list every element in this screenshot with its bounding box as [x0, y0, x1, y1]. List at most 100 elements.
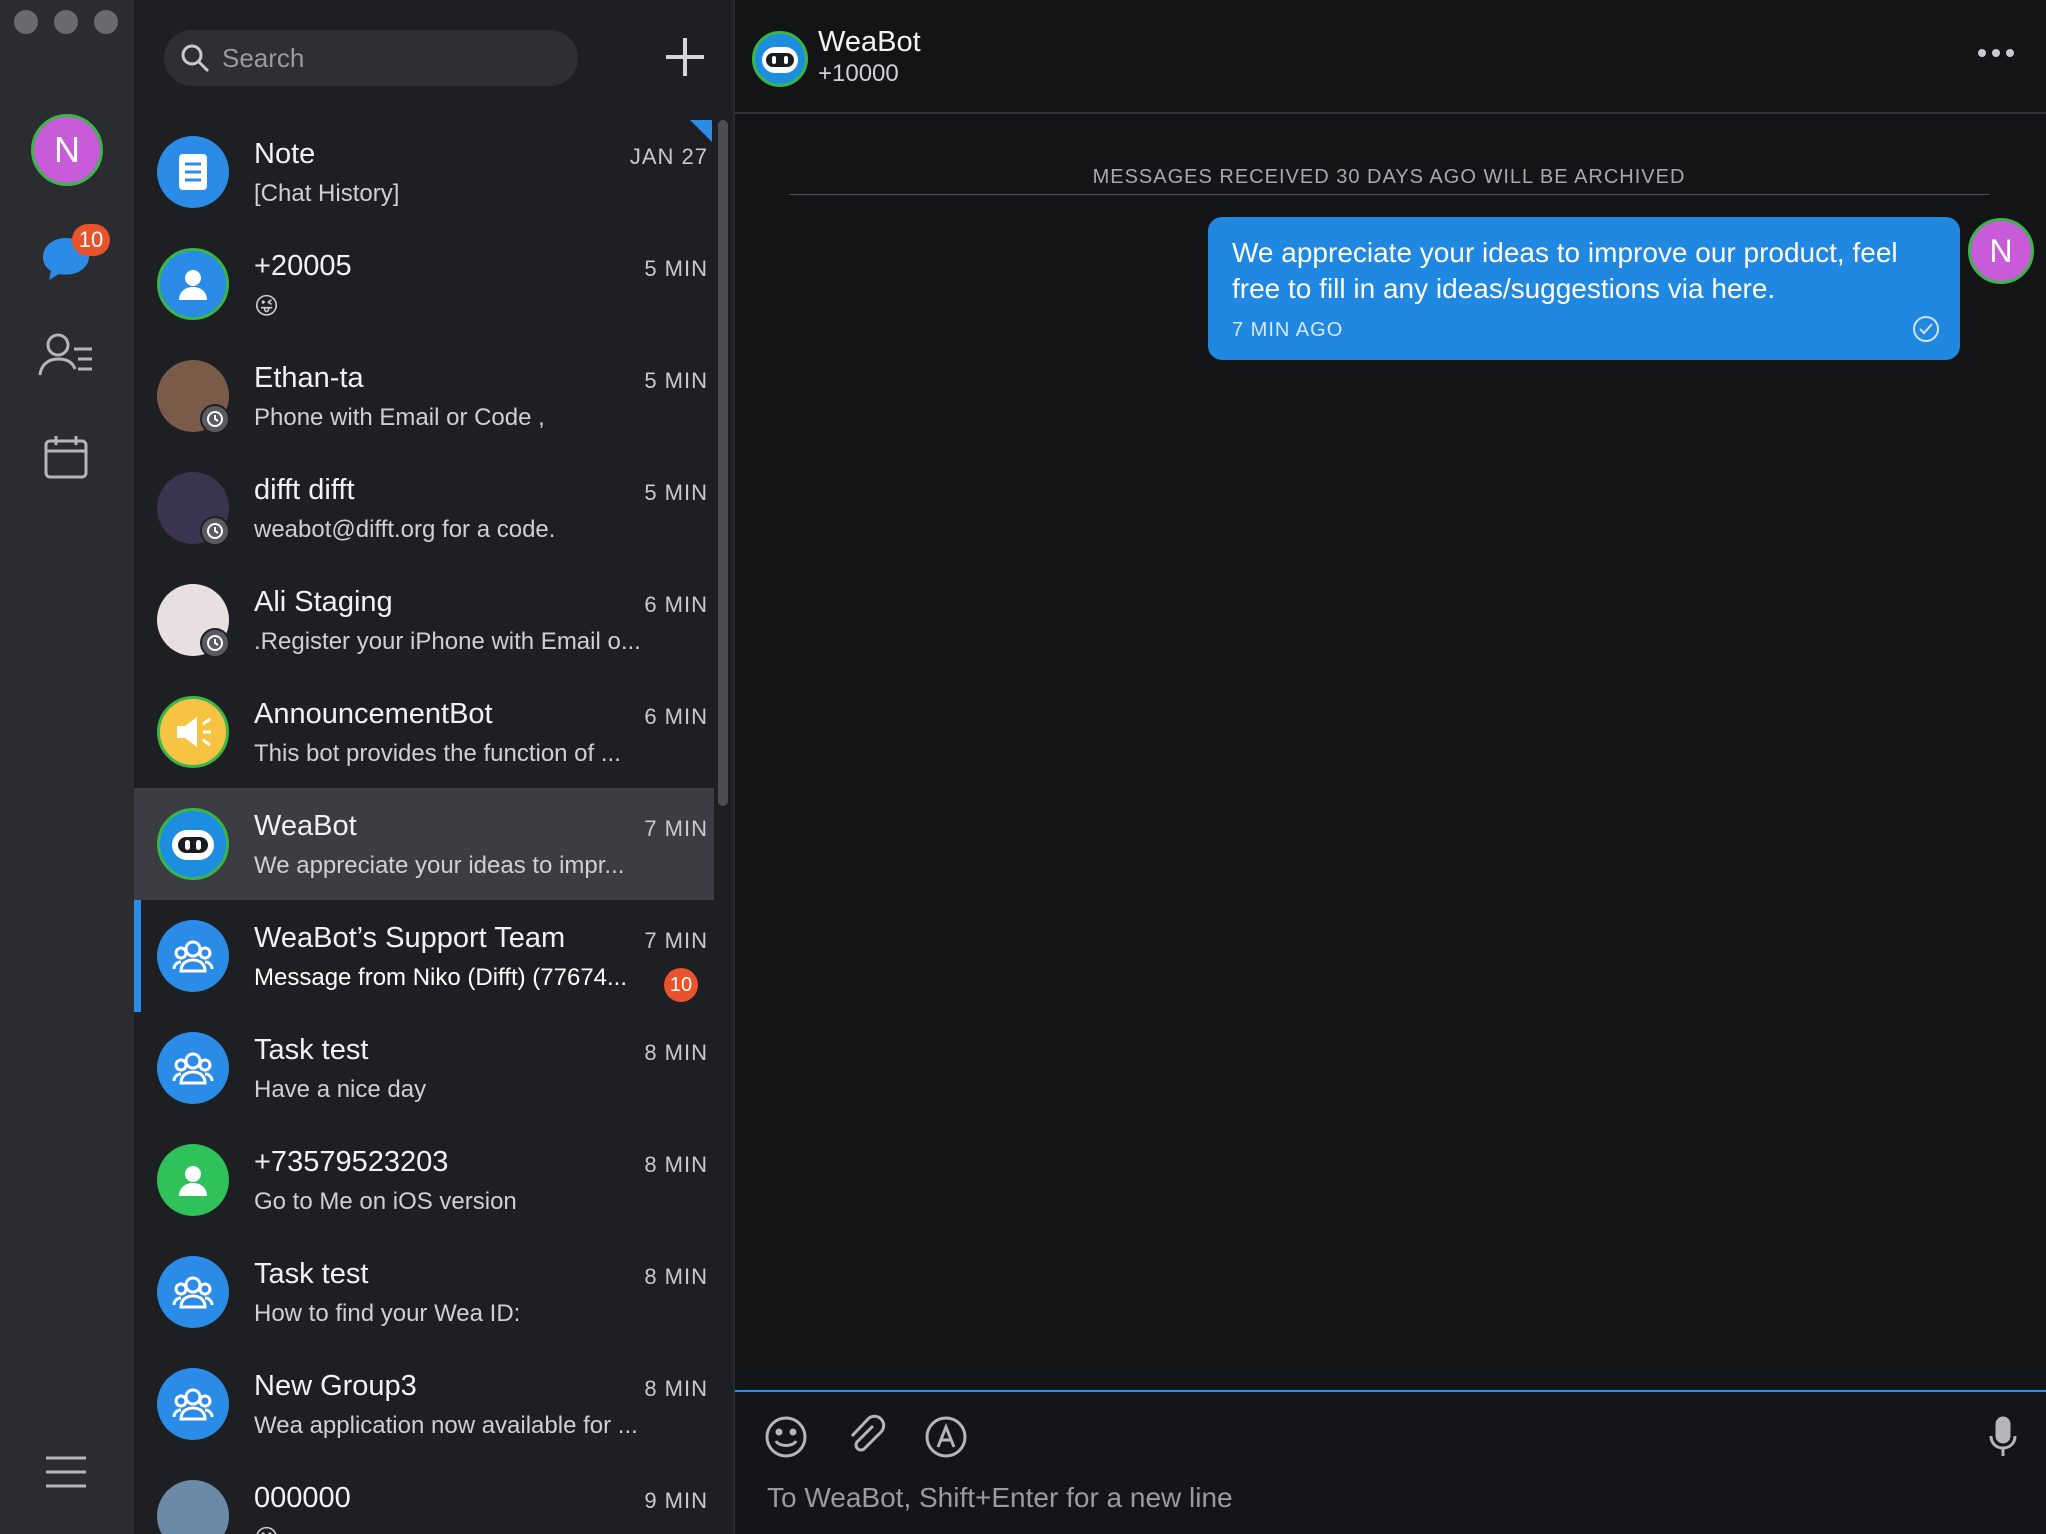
message-text: We appreciate your ideas to improve our … — [1232, 237, 1898, 304]
conversation-row[interactable]: Ethan-ta 5 MIN Phone with Email or Code , — [134, 340, 714, 452]
read-receipt-icon — [1913, 316, 1939, 342]
left-rail: N 10 — [0, 0, 134, 1534]
list-scrollbar[interactable] — [718, 120, 728, 806]
message-composer — [735, 1390, 2046, 1534]
conversation-row[interactable]: AnnouncementBot 6 MIN This bot provides th… — [134, 676, 714, 788]
unread-count-badge: 10 — [72, 224, 110, 256]
message-time: 7 MIN AGO — [1232, 319, 1344, 341]
conversation-name: WeaBot — [254, 810, 357, 842]
conversation-rows: Note JAN 27 [Chat History] +20005 5 MIN 😜 Etha… — [134, 116, 714, 1534]
minimize-window-button[interactable] — [54, 10, 78, 34]
conversation-avatar — [157, 136, 229, 208]
conversation-row[interactable]: difft difft 5 MIN weabot@difft.org for a c… — [134, 452, 714, 564]
app-window: N 10 Note JAN 27 [Chat History] +20005 5 MIN… — [0, 0, 2046, 1534]
chat-avatar[interactable] — [752, 31, 808, 87]
conversation-time: 8 MIN — [644, 1040, 708, 1065]
conversation-time: JAN 27 — [629, 144, 708, 169]
bot-icon — [762, 47, 798, 73]
window-controls — [14, 10, 118, 34]
conversation-preview: [Chat History] — [254, 180, 400, 207]
close-window-button[interactable] — [14, 10, 38, 34]
conversation-preview: This bot provides the function of ... — [254, 740, 621, 767]
message-input[interactable] — [765, 1476, 1965, 1520]
conversation-row[interactable]: Task test 8 MIN How to find your Wea ID: — [134, 1236, 714, 1348]
conversation-avatar — [157, 1480, 229, 1534]
conversation-name: New Group3 — [254, 1370, 417, 1402]
conversation-row[interactable]: New Group3 8 MIN Wea application now avail… — [134, 1348, 714, 1460]
chat-subtitle: +10000 — [818, 60, 899, 87]
outgoing-message-bubble[interactable]: We appreciate your ideas to improve our … — [1208, 217, 1960, 360]
conversation-name: Task test — [254, 1258, 369, 1290]
conversation-preview: We appreciate your ideas to impr... — [254, 852, 625, 879]
pending-clock-icon — [200, 516, 230, 546]
archive-divider — [789, 194, 1989, 195]
conversation-avatar — [157, 1032, 229, 1104]
zoom-window-button[interactable] — [94, 10, 118, 34]
conversation-time: 8 MIN — [644, 1152, 708, 1177]
pending-clock-icon — [200, 404, 230, 434]
conversation-avatar — [157, 696, 229, 768]
microphone-icon[interactable] — [1980, 1414, 2026, 1460]
conversation-avatar — [157, 248, 229, 320]
conversation-preview: How to find your Wea ID: — [254, 1300, 521, 1327]
more-options-icon[interactable] — [1976, 46, 2016, 60]
conversation-time: 9 MIN — [644, 1488, 708, 1513]
contacts-icon[interactable] — [37, 326, 95, 384]
conversation-time: 6 MIN — [644, 592, 708, 617]
conversation-list-panel: Note JAN 27 [Chat History] +20005 5 MIN 😜 Etha… — [134, 0, 733, 1534]
conversation-name: Ali Staging — [254, 586, 393, 618]
attachment-icon[interactable] — [843, 1414, 889, 1460]
conversation-time: 5 MIN — [644, 256, 708, 281]
chat-pane: WeaBot +10000 MESSAGES RECEIVED 30 DAYS … — [735, 0, 2046, 1534]
conversation-time: 7 MIN — [644, 928, 708, 953]
new-conversation-plus-icon[interactable] — [662, 34, 708, 80]
chat-header: WeaBot +10000 — [735, 0, 2046, 114]
conversation-name: Task test — [254, 1034, 369, 1066]
conversation-time: 6 MIN — [644, 704, 708, 729]
conversation-row[interactable]: 000000 9 MIN 😀 — [134, 1460, 714, 1534]
emoji-icon[interactable] — [763, 1414, 809, 1460]
conversation-row[interactable]: WeaBot 7 MIN We appreciate your ideas to i… — [134, 788, 714, 900]
conversation-preview: Message from Niko (Difft) (77674... — [254, 964, 628, 991]
conversation-avatar — [157, 1144, 229, 1216]
menu-icon[interactable] — [37, 1443, 95, 1501]
archive-notice: MESSAGES RECEIVED 30 DAYS AGO WILL BE AR… — [1092, 166, 1686, 188]
conversation-preview: weabot@difft.org for a code. — [254, 516, 556, 543]
conversation-preview: Go to Me on iOS version — [254, 1188, 517, 1215]
calendar-icon[interactable] — [37, 428, 95, 486]
conversation-preview: 😜 — [254, 293, 280, 320]
my-avatar[interactable]: N — [1968, 218, 2034, 284]
conversation-row[interactable]: Task test 8 MIN Have a nice day — [134, 1012, 714, 1124]
conversation-name: AnnouncementBot — [254, 698, 493, 730]
conversation-row[interactable]: Note JAN 27 [Chat History] — [134, 116, 714, 228]
conversation-name: +20005 — [254, 250, 352, 282]
conversation-name: difft difft — [254, 474, 355, 506]
conversation-time: 5 MIN — [644, 480, 708, 505]
mention-icon[interactable] — [923, 1414, 969, 1460]
conversation-avatar — [157, 920, 229, 992]
unread-badge: 10 — [664, 968, 698, 1002]
conversation-name: Ethan-ta — [254, 362, 364, 394]
profile-avatar[interactable]: N — [31, 114, 103, 186]
conversation-row[interactable]: Ali Staging 6 MIN .Register your iPhone wi… — [134, 564, 714, 676]
conversation-preview: Wea application now available for ... — [254, 1412, 638, 1439]
conversation-row[interactable]: +73579523203 8 MIN Go to Me on iOS version — [134, 1124, 714, 1236]
search-box[interactable] — [164, 30, 578, 86]
conversation-row[interactable]: +20005 5 MIN 😜 — [134, 228, 714, 340]
conversation-time: 8 MIN — [644, 1264, 708, 1289]
conversation-avatar — [157, 1368, 229, 1440]
conversation-preview: 😀 — [254, 1524, 664, 1534]
conversation-row[interactable]: WeaBot’s Support Team 7 MIN Message from N… — [134, 900, 714, 1012]
pending-clock-icon — [200, 628, 230, 658]
conversation-avatar — [157, 808, 229, 880]
conversation-time: 8 MIN — [644, 1376, 708, 1401]
search-icon — [181, 44, 210, 73]
conversation-preview: Phone with Email or Code , — [254, 404, 545, 431]
search-input[interactable] — [220, 41, 560, 75]
conversation-time: 7 MIN — [644, 816, 708, 841]
conversation-name: Note — [254, 138, 316, 170]
conversation-preview: .Register your iPhone with Email o... — [254, 628, 641, 655]
conversation-avatar — [157, 1256, 229, 1328]
conversation-name: 000000 — [254, 1482, 351, 1514]
conversation-preview: Have a nice day — [254, 1076, 427, 1103]
